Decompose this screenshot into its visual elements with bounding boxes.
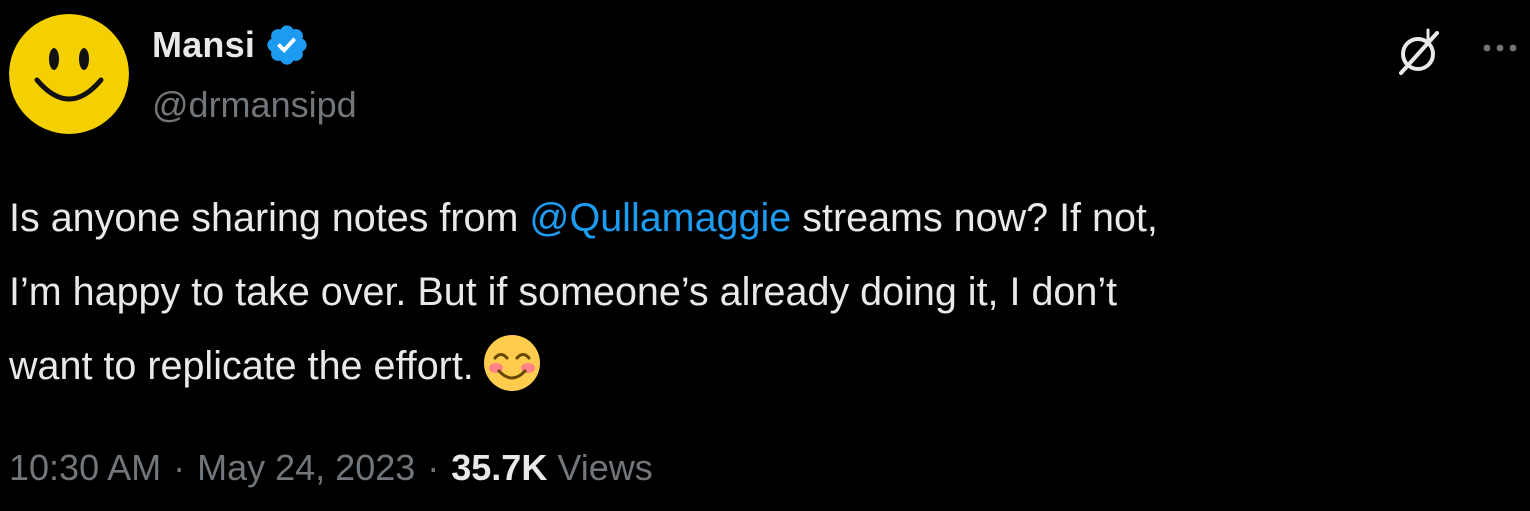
tweet-text: Is anyone sharing notes from @Qullamaggi… (9, 181, 1514, 403)
top-actions (1370, 26, 1530, 86)
tweet-container: Mansi @drmansipd Is anyone sharing notes… (0, 0, 1530, 511)
tweet-line-2: I’m happy to take over. But if someone’s… (9, 270, 1118, 314)
display-name[interactable]: Mansi (152, 24, 255, 66)
avatar[interactable] (9, 14, 129, 134)
tweet-text-segment: want to replicate the effort. (9, 344, 474, 388)
tweet-date[interactable]: May 24, 2023 (197, 447, 415, 488)
verified-badge-icon[interactable] (264, 22, 310, 68)
tweet-text-segment: Is anyone sharing notes from (9, 196, 530, 240)
tweet-text-segment: streams now? If not, (791, 196, 1158, 240)
tweet-line-3: want to replicate the effort. (9, 329, 1514, 403)
smiling-face-emoji-icon (482, 333, 542, 393)
separator: · (173, 447, 186, 488)
views-label: Views (557, 447, 653, 488)
views-count: 35.7K (451, 447, 548, 488)
tweet-meta: 10:30 AM · May 24, 2023 · 35.7K Views (9, 447, 653, 489)
name-row: Mansi (152, 22, 357, 68)
separator: · (427, 447, 440, 488)
tweet-time[interactable]: 10:30 AM (9, 447, 161, 488)
mention-link[interactable]: @Qullamaggie (529, 196, 791, 240)
handle[interactable]: @drmansipd (152, 84, 357, 126)
smiley-face-icon (9, 14, 129, 134)
author-block: Mansi @drmansipd (152, 22, 357, 126)
grok-icon[interactable] (1392, 26, 1446, 80)
tweet-line-1: Is anyone sharing notes from @Qullamaggi… (9, 181, 1514, 255)
more-options-icon[interactable] (1480, 36, 1524, 60)
